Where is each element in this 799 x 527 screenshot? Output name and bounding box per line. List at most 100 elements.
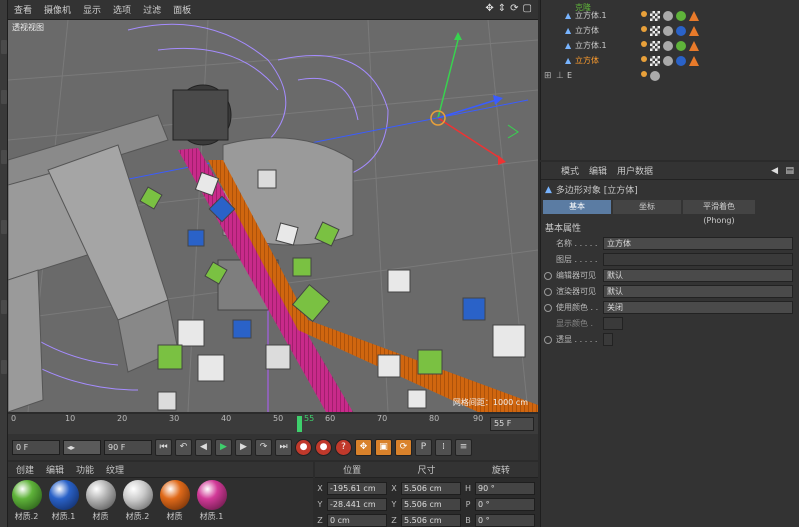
- use-color-select[interactable]: 关闭: [603, 301, 793, 314]
- render-visible-select[interactable]: 默认: [603, 285, 793, 298]
- animate-radio[interactable]: [544, 335, 552, 344]
- menu-camera[interactable]: 摄像机: [44, 3, 71, 16]
- material-swatch[interactable]: 材质.1: [195, 480, 228, 525]
- phong-tag-icon[interactable]: [689, 40, 699, 51]
- rotation-b-field[interactable]: 0 °: [475, 513, 535, 527]
- play-icon[interactable]: ▶: [215, 438, 232, 456]
- material-tag-icon[interactable]: [676, 10, 686, 21]
- go-start-icon[interactable]: ⏮: [155, 438, 172, 456]
- material-tag-icon[interactable]: [676, 25, 686, 36]
- tool-icon[interactable]: [1, 220, 7, 234]
- prev-frame-icon[interactable]: ◀: [195, 438, 212, 456]
- next-key-icon[interactable]: ↷: [255, 438, 272, 456]
- material-tag-icon[interactable]: [663, 40, 673, 51]
- rotate-key-icon[interactable]: ⟳: [395, 438, 412, 456]
- tool-icon[interactable]: [1, 150, 7, 164]
- visibility-dots-icon[interactable]: [641, 55, 647, 62]
- autokey-icon[interactable]: ●: [315, 438, 332, 456]
- maximize-icon[interactable]: ▢: [523, 3, 532, 14]
- lock-icon[interactable]: ▤: [785, 166, 794, 176]
- size-z-field[interactable]: 5.506 cm: [401, 513, 461, 527]
- texture-tag-icon[interactable]: [650, 55, 660, 66]
- visibility-dots-icon[interactable]: [641, 10, 647, 17]
- tool-icon[interactable]: [1, 90, 7, 104]
- frame-range-slider[interactable]: ◂▸: [63, 439, 101, 455]
- object-row[interactable]: ▲ 立方体: [541, 53, 799, 68]
- display-color-swatch[interactable]: [603, 317, 623, 330]
- object-row[interactable]: ▲ 立方体: [541, 23, 799, 38]
- size-x-field[interactable]: 5.506 cm: [401, 481, 461, 495]
- scale-key-icon[interactable]: ▣: [375, 438, 392, 456]
- menu-edit[interactable]: 编辑: [46, 463, 64, 476]
- animate-radio[interactable]: [544, 287, 552, 296]
- end-frame-field[interactable]: 90 F: [104, 439, 152, 455]
- material-tag-icon[interactable]: [650, 70, 660, 81]
- param-key-icon[interactable]: P: [415, 438, 432, 456]
- phong-tag-icon[interactable]: [689, 10, 699, 21]
- perspective-viewport[interactable]: 透视视图 网格间距：1000 cm: [8, 20, 538, 412]
- menu-edit[interactable]: 编辑: [589, 164, 607, 177]
- timeline-ruler[interactable]: 0 10 20 30 40 50 60 70 80 90 55 55 F: [8, 414, 538, 434]
- menu-options[interactable]: 选项: [113, 3, 131, 16]
- prev-key-icon[interactable]: ↶: [175, 438, 192, 456]
- rotation-p-field[interactable]: 0 °: [475, 497, 535, 511]
- menu-view[interactable]: 查看: [14, 3, 32, 16]
- material-tag-icon[interactable]: [663, 25, 673, 36]
- rotation-h-field[interactable]: 90 °: [475, 481, 535, 495]
- menu-function[interactable]: 功能: [76, 463, 94, 476]
- position-y-field[interactable]: -28.441 cm: [327, 497, 387, 511]
- material-tag-icon[interactable]: [676, 40, 686, 51]
- key-info-icon[interactable]: ?: [335, 438, 352, 456]
- object-row[interactable]: ▲ 立方体.1: [541, 8, 799, 23]
- zoom-view-icon[interactable]: ⇕: [498, 3, 506, 14]
- material-swatch[interactable]: 材质: [158, 480, 191, 525]
- start-frame-field[interactable]: 0 F: [12, 439, 60, 455]
- material-swatch[interactable]: 材质: [84, 480, 117, 525]
- visibility-dots-icon[interactable]: [641, 70, 647, 77]
- menu-user-data[interactable]: 用户数据: [617, 164, 653, 177]
- phong-tag-icon[interactable]: [689, 25, 699, 36]
- playhead[interactable]: [297, 416, 302, 432]
- xray-checkbox[interactable]: [603, 333, 613, 346]
- menu-filter[interactable]: 过滤: [143, 3, 161, 16]
- texture-tag-icon[interactable]: [650, 10, 660, 21]
- animate-radio[interactable]: [544, 303, 552, 312]
- material-swatch[interactable]: 材质.1: [47, 480, 80, 525]
- menu-mode[interactable]: 模式: [561, 164, 579, 177]
- menu-panel[interactable]: 面板: [173, 3, 191, 16]
- record-icon[interactable]: ●: [295, 438, 312, 456]
- menu-texture[interactable]: 纹理: [106, 463, 124, 476]
- tab-basic[interactable]: 基本: [543, 200, 611, 214]
- go-end-icon[interactable]: ⏭: [275, 438, 292, 456]
- animate-radio[interactable]: [544, 271, 552, 280]
- material-tag-icon[interactable]: [663, 10, 673, 21]
- current-frame-field[interactable]: 55 F: [490, 417, 534, 431]
- visibility-dots-icon[interactable]: [641, 40, 647, 47]
- object-row[interactable]: ▲ 立方体.1: [541, 38, 799, 53]
- menu-display[interactable]: 显示: [83, 3, 101, 16]
- expand-icon[interactable]: ⊞: [544, 71, 552, 81]
- object-row[interactable]: ⊞ ⊥ E: [541, 68, 799, 83]
- layer-field[interactable]: [603, 253, 793, 266]
- name-field[interactable]: 立方体: [603, 237, 793, 250]
- menu-create[interactable]: 创建: [16, 463, 34, 476]
- visibility-dots-icon[interactable]: [641, 25, 647, 32]
- tool-icon[interactable]: [1, 300, 7, 314]
- size-y-field[interactable]: 5.506 cm: [401, 497, 461, 511]
- position-x-field[interactable]: -195.61 cm: [327, 481, 387, 495]
- next-frame-icon[interactable]: ▶: [235, 438, 252, 456]
- tool-icon[interactable]: [1, 360, 7, 374]
- editor-visible-select[interactable]: 默认: [603, 269, 793, 282]
- material-tag-icon[interactable]: [663, 55, 673, 66]
- texture-tag-icon[interactable]: [650, 25, 660, 36]
- position-z-field[interactable]: 0 cm: [327, 513, 387, 527]
- tool-icon[interactable]: [1, 40, 7, 54]
- rotate-view-icon[interactable]: ⟳: [510, 3, 518, 14]
- material-swatch[interactable]: 材质.2: [121, 480, 154, 525]
- move-view-icon[interactable]: ✥: [485, 3, 493, 14]
- material-swatch[interactable]: 材质.2: [10, 480, 43, 525]
- material-tag-icon[interactable]: [676, 55, 686, 66]
- menu-icon[interactable]: ≡: [455, 438, 472, 456]
- pla-key-icon[interactable]: ⁞: [435, 438, 452, 456]
- phong-tag-icon[interactable]: [689, 55, 699, 66]
